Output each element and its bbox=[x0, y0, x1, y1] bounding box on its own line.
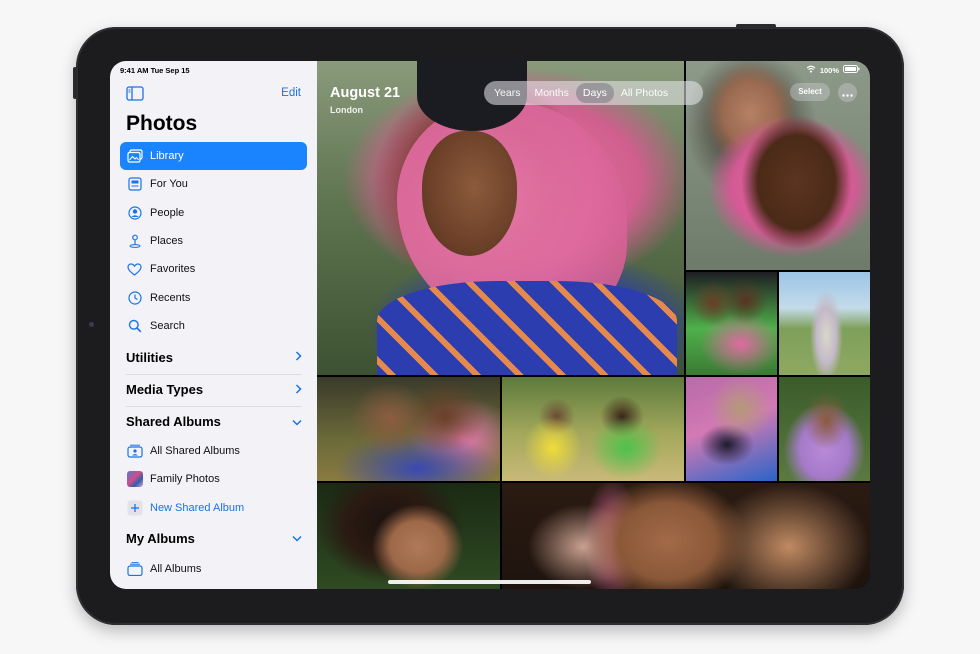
section-utilities[interactable]: Utilities bbox=[126, 342, 302, 372]
search-icon bbox=[126, 317, 143, 334]
photo-thumbnail[interactable] bbox=[502, 483, 870, 589]
sidebar-item-label: Places bbox=[150, 235, 184, 248]
photo-detail bbox=[422, 131, 517, 256]
photo-grid: August 21 London Years Months Days All P… bbox=[317, 61, 870, 589]
more-button[interactable] bbox=[838, 83, 857, 102]
for-you-icon bbox=[126, 176, 143, 193]
sidebar-item-library[interactable]: Library bbox=[120, 142, 307, 171]
chevron-down-icon bbox=[292, 529, 302, 547]
all-albums-item[interactable]: All Albums bbox=[120, 555, 307, 583]
sidebar: 9:41 AM Tue Sep 15 Edit Photos Library F… bbox=[110, 61, 317, 589]
sidebar-item-places[interactable]: Places bbox=[120, 227, 307, 255]
photo-detail bbox=[377, 281, 677, 375]
view-segmented-control: Years Months Days All Photos bbox=[484, 81, 703, 105]
tab-years[interactable]: Years bbox=[487, 83, 527, 103]
section-shared-albums[interactable]: Shared Albums bbox=[126, 406, 302, 436]
shared-albums-icon bbox=[126, 443, 143, 460]
ellipsis-icon bbox=[842, 84, 853, 102]
photo-thumbnail[interactable] bbox=[502, 377, 684, 481]
albums-icon bbox=[126, 561, 143, 578]
photo-thumbnail[interactable] bbox=[686, 272, 777, 375]
sidebar-item-for-you[interactable]: For You bbox=[120, 170, 307, 198]
sub-item-label: All Albums bbox=[150, 563, 202, 575]
sidebar-item-favorites[interactable]: Favorites bbox=[120, 255, 307, 283]
section-title: My Albums bbox=[126, 530, 195, 546]
photo-thumbnail[interactable] bbox=[779, 272, 870, 375]
clock-icon bbox=[126, 289, 143, 306]
photo-thumbnail[interactable] bbox=[317, 377, 500, 481]
sidebar-item-search[interactable]: Search bbox=[120, 312, 307, 340]
sidebar-item-label: For You bbox=[150, 178, 188, 191]
sidebar-item-label: Recents bbox=[150, 291, 191, 304]
tab-days[interactable]: Days bbox=[575, 83, 614, 103]
sidebar-item-people[interactable]: People bbox=[120, 199, 307, 227]
plus-icon bbox=[126, 500, 143, 517]
camera-icon bbox=[89, 322, 94, 327]
volume-button bbox=[73, 67, 77, 99]
photo-thumbnail[interactable] bbox=[779, 377, 870, 481]
tab-months[interactable]: Months bbox=[527, 83, 575, 103]
featured-photo[interactable] bbox=[317, 61, 684, 375]
top-button bbox=[736, 24, 776, 28]
sidebar-item-recents[interactable]: Recents bbox=[120, 283, 307, 311]
heart-icon bbox=[126, 261, 143, 278]
section-my-albums[interactable]: My Albums bbox=[126, 523, 302, 553]
sub-item-label: New Shared Album bbox=[150, 502, 245, 514]
new-shared-album-item[interactable]: New Shared Album bbox=[120, 494, 307, 522]
sidebar-title: Photos bbox=[126, 112, 198, 135]
wifi-icon bbox=[806, 65, 816, 75]
battery-icon bbox=[843, 65, 860, 75]
location-label: London bbox=[330, 105, 363, 115]
battery-percent: 100% bbox=[819, 65, 839, 75]
all-shared-albums-item[interactable]: All Shared Albums bbox=[120, 437, 307, 465]
date-title: August 21 bbox=[330, 85, 401, 101]
family-photos-thumbnail bbox=[126, 471, 143, 488]
status-right: 100% bbox=[806, 65, 860, 75]
sidebar-nav: Library For You People Places Favorites … bbox=[110, 142, 317, 340]
chevron-right-icon bbox=[295, 381, 302, 399]
sub-item-label: Family Photos bbox=[150, 473, 220, 485]
section-title: Utilities bbox=[126, 349, 173, 365]
sidebar-item-label: Library bbox=[150, 150, 184, 163]
sidebar-item-label: Favorites bbox=[150, 263, 196, 276]
screen: 9:41 AM Tue Sep 15 Edit Photos Library F… bbox=[110, 61, 870, 589]
select-button[interactable]: Select bbox=[790, 83, 830, 101]
family-photos-item[interactable]: Family Photos bbox=[120, 465, 307, 493]
chevron-right-icon bbox=[295, 348, 302, 366]
people-icon bbox=[126, 204, 143, 221]
photo-thumbnail[interactable] bbox=[686, 377, 777, 481]
chevron-down-icon bbox=[292, 413, 302, 431]
home-indicator[interactable] bbox=[388, 580, 591, 584]
section-title: Media Types bbox=[126, 382, 204, 397]
section-media-types[interactable]: Media Types bbox=[126, 374, 302, 404]
edit-button[interactable]: Edit bbox=[281, 87, 301, 99]
section-title: Shared Albums bbox=[126, 414, 221, 429]
status-time-date: 9:41 AM Tue Sep 15 bbox=[120, 66, 190, 75]
photo-thumbnail[interactable] bbox=[317, 483, 500, 589]
sidebar-item-label: People bbox=[150, 206, 185, 219]
library-icon bbox=[126, 148, 143, 165]
places-icon bbox=[126, 233, 143, 250]
tab-all-photos[interactable]: All Photos bbox=[614, 83, 675, 103]
sub-item-label: All Shared Albums bbox=[150, 445, 240, 457]
sidebar-toggle-icon[interactable] bbox=[126, 86, 144, 101]
sidebar-item-label: Search bbox=[150, 319, 185, 332]
